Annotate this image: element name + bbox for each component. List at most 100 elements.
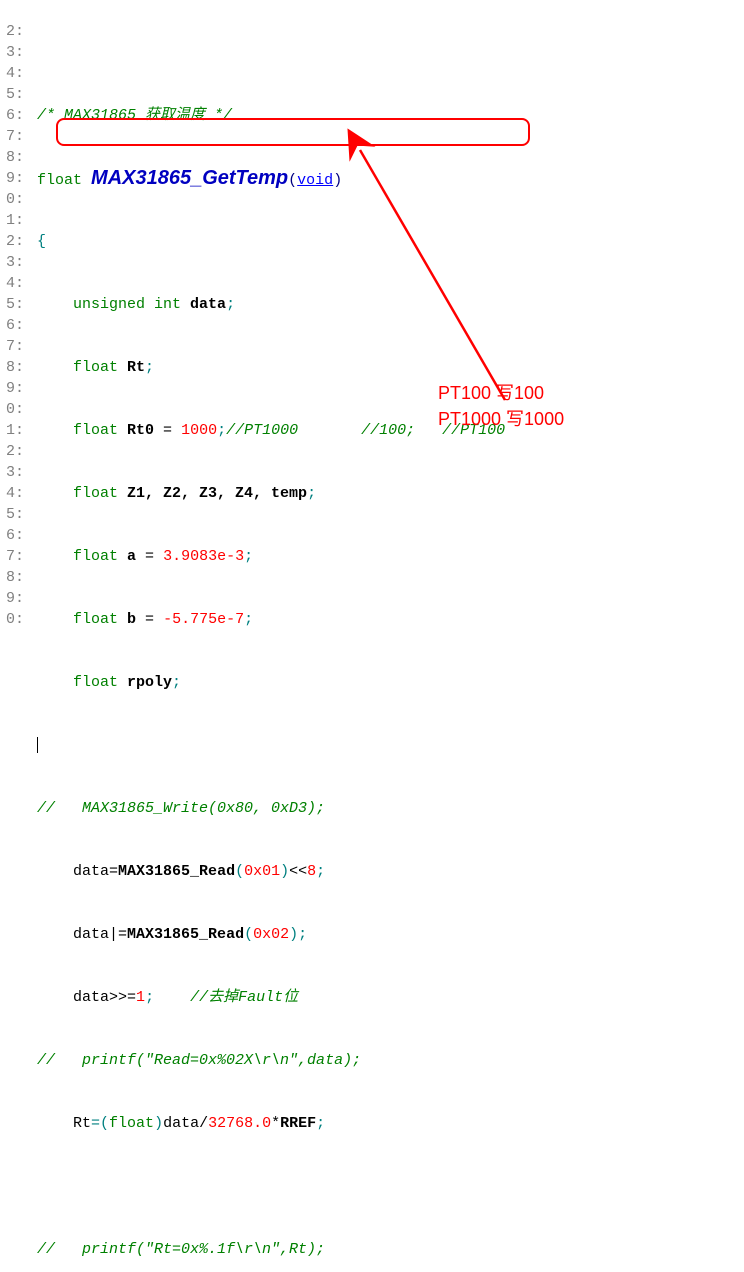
variable: Z1, Z2, Z3, Z4, temp <box>127 485 307 502</box>
code-area[interactable]: /* MAX31865 获取温度 */ float MAX31865_GetTe… <box>28 0 744 1272</box>
number-literal: 1000 <box>181 422 217 439</box>
line-num: 3: <box>0 462 24 483</box>
code-editor: 2: 3: 4: 5: 6: 7: 8: 9: 0: 1: 2: 3: 4: 5… <box>0 0 744 1272</box>
line-num: 4: <box>0 273 24 294</box>
code-keyword: float <box>37 172 91 189</box>
variable: data <box>73 989 109 1006</box>
code-keyword: float <box>73 485 127 502</box>
line-num: 5: <box>0 84 24 105</box>
code-comment: // printf("Read=0x%02X\r\n",data); <box>37 1052 361 1069</box>
line-num: 5: <box>0 294 24 315</box>
line-num: 4: <box>0 483 24 504</box>
number-literal: 0x02 <box>253 926 289 943</box>
variable: data <box>163 1115 199 1132</box>
line-num: 0: <box>0 399 24 420</box>
code-keyword: float <box>73 674 127 691</box>
code-comment: // MAX31865_Write(0x80, 0xD3); <box>37 800 325 817</box>
macro: RREF <box>280 1115 316 1132</box>
number-literal: 8 <box>307 863 316 880</box>
line-num: 1: <box>0 420 24 441</box>
variable: data <box>73 926 109 943</box>
variable: a <box>127 548 136 565</box>
code-comment: /* MAX31865 获取温度 */ <box>37 107 232 124</box>
annotation-text: PT100 写100 PT1000 写1000 <box>438 380 564 432</box>
variable: b <box>127 611 136 628</box>
line-num: 9: <box>0 588 24 609</box>
number-literal: 32768.0 <box>208 1115 271 1132</box>
line-num: 9: <box>0 168 24 189</box>
annotation-line: PT1000 写1000 <box>438 406 564 432</box>
number-literal: -5.775e-7 <box>163 611 244 628</box>
line-num: 8: <box>0 147 24 168</box>
operator: * <box>271 1115 280 1132</box>
text-cursor <box>37 737 38 753</box>
operator: >>= <box>109 989 136 1006</box>
variable: data <box>73 863 109 880</box>
semicolon: ; <box>217 422 226 439</box>
operator: = <box>109 863 118 880</box>
variable: Rt <box>127 359 145 376</box>
line-num: 0: <box>0 189 24 210</box>
operator: =( <box>91 1115 109 1132</box>
paren: ( <box>244 926 253 943</box>
brace: { <box>37 233 46 250</box>
semicolon: ; <box>145 989 154 1006</box>
paren: ) <box>289 926 298 943</box>
number-literal: 1 <box>136 989 145 1006</box>
line-num: 7: <box>0 546 24 567</box>
variable: Rt0 <box>127 422 154 439</box>
line-num: 2: <box>0 231 24 252</box>
void-keyword: void <box>297 172 333 189</box>
annotation-line: PT100 写100 <box>438 380 564 406</box>
function-call: MAX31865_Read <box>127 926 244 943</box>
code-keyword: float <box>73 548 127 565</box>
variable: Rt <box>73 1115 91 1132</box>
operator: = <box>136 611 163 628</box>
line-num: 9: <box>0 378 24 399</box>
variable: data <box>190 296 226 313</box>
line-num: 2: <box>0 21 24 42</box>
operator: = <box>154 422 181 439</box>
semicolon: ; <box>298 926 307 943</box>
code-keyword: float <box>73 611 127 628</box>
paren: ( <box>288 172 297 189</box>
code-keyword: float <box>109 1115 154 1132</box>
line-num: 8: <box>0 357 24 378</box>
operator: << <box>289 863 307 880</box>
semicolon: ; <box>307 485 316 502</box>
line-number-gutter: 2: 3: 4: 5: 6: 7: 8: 9: 0: 1: 2: 3: 4: 5… <box>0 0 28 1272</box>
paren: ) <box>333 172 342 189</box>
line-num: 7: <box>0 336 24 357</box>
code-comment: //去掉Fault位 <box>190 989 298 1006</box>
number-literal: 3.9083e-3 <box>163 548 244 565</box>
line-num: 3: <box>0 42 24 63</box>
code-comment: // printf("Rt=0x%.1f\r\n",Rt); <box>37 1241 325 1258</box>
semicolon: ; <box>316 863 325 880</box>
code-keyword: float <box>73 359 127 376</box>
operator: |= <box>109 926 127 943</box>
variable: rpoly <box>127 674 172 691</box>
line-num: 6: <box>0 315 24 336</box>
operator: / <box>199 1115 208 1132</box>
function-call: MAX31865_Read <box>118 863 235 880</box>
semicolon: ; <box>226 296 235 313</box>
semicolon: ; <box>172 674 181 691</box>
number-literal: 0x01 <box>244 863 280 880</box>
line-num: 1: <box>0 210 24 231</box>
paren: ) <box>280 863 289 880</box>
semicolon: ; <box>244 548 253 565</box>
paren: ) <box>154 1115 163 1132</box>
line-num: 6: <box>0 105 24 126</box>
line-num: 4: <box>0 63 24 84</box>
code-keyword: float <box>73 422 127 439</box>
line-num <box>0 0 24 21</box>
line-num: 2: <box>0 441 24 462</box>
operator: = <box>136 548 163 565</box>
line-num: 7: <box>0 126 24 147</box>
line-num: 5: <box>0 504 24 525</box>
semicolon: ; <box>145 359 154 376</box>
function-name: MAX31865_GetTemp <box>91 167 288 189</box>
code-keyword: unsigned int <box>73 296 190 313</box>
paren: ( <box>235 863 244 880</box>
semicolon: ; <box>244 611 253 628</box>
